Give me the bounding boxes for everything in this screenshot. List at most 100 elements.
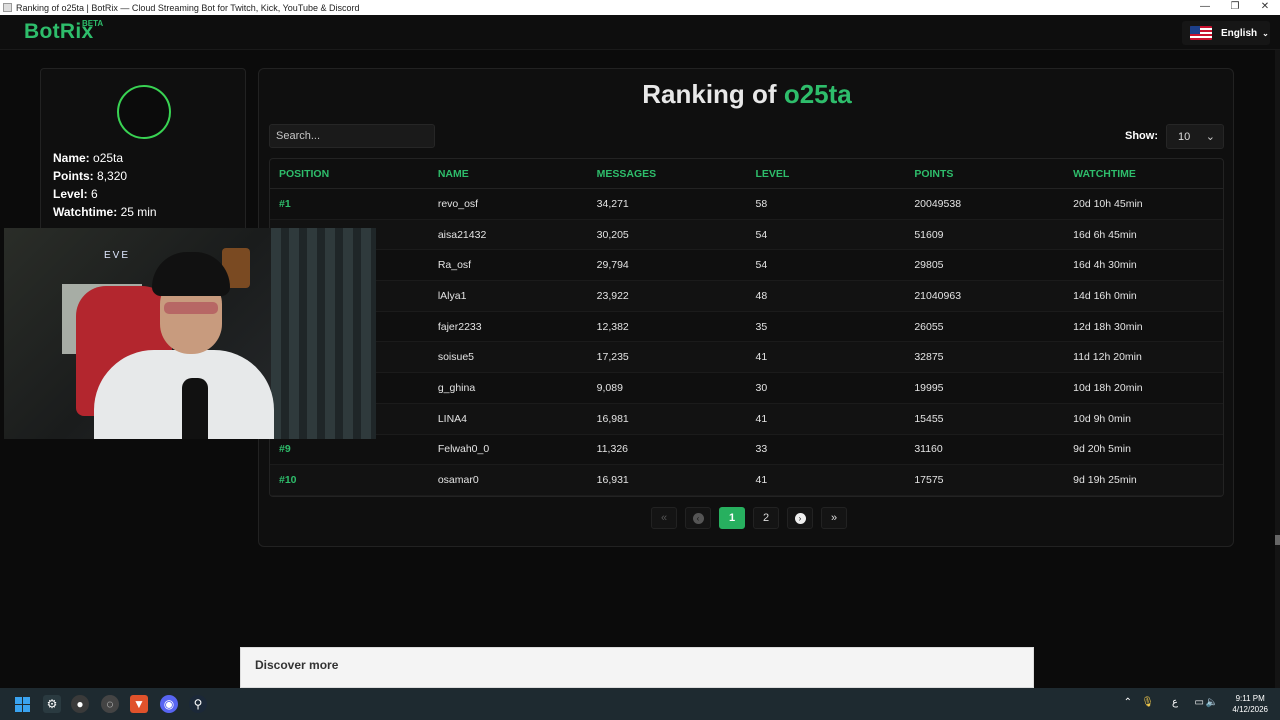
page-title: Ranking of o25ta	[259, 79, 1235, 110]
cell-messages: 23,922	[596, 289, 629, 302]
column-header-level[interactable]: Level	[746, 168, 905, 180]
cell-level: 33	[755, 443, 768, 456]
table-row: #2aisa2143230,205545160916d 6h 45min	[270, 219, 1223, 251]
cell-messages: 9,089	[596, 381, 623, 394]
page-scrollbar[interactable]	[1275, 50, 1280, 688]
column-header-watchtime[interactable]: Watchtime	[1064, 168, 1223, 180]
chevron-up-icon[interactable]: ⌃	[1124, 697, 1132, 708]
minimize-button[interactable]: —	[1190, 0, 1220, 15]
cell-points: 17575	[914, 474, 944, 487]
ranking-card: Ranking of o25ta Show: 10 ⌄ Position Nam…	[258, 68, 1234, 547]
last-page-button[interactable]: »	[821, 507, 847, 529]
table-row: #7g_ghina9,089301999510d 18h 20min	[270, 373, 1223, 404]
cell-watchtime: 9d 19h 25min	[1073, 474, 1137, 487]
volume-icon[interactable]: 🔈	[1206, 697, 1218, 708]
cell-level: 41	[755, 474, 768, 487]
microphone	[182, 378, 208, 439]
cell-level: 54	[755, 228, 768, 241]
cell-messages: 34,271	[596, 197, 629, 210]
table-header: Position Name Messages Level Points Watc…	[270, 159, 1223, 189]
input-indicator[interactable]: ع	[1172, 697, 1178, 708]
column-header-points[interactable]: Points	[905, 168, 1064, 180]
cell-name: lAlya1	[437, 289, 467, 302]
table-row: #4lAlya123,922482104096314d 16h 0min	[270, 281, 1223, 312]
chevron-down-icon: ⌄	[1205, 131, 1215, 143]
brave-browser-icon[interactable]: ▼	[130, 695, 148, 713]
cell-position: #9	[279, 443, 291, 456]
steam-icon[interactable]: ⚲	[189, 695, 207, 713]
profile-points: Points: 8,320	[53, 169, 127, 183]
language-label: English	[1221, 27, 1258, 39]
pagination: « ‹ 1 2 › »	[651, 507, 847, 529]
cell-name: Felwah0_0	[437, 443, 490, 456]
cell-points: 15455	[914, 412, 944, 425]
points-value: 8,320	[97, 169, 128, 183]
cell-name: fajer2233	[437, 320, 482, 333]
windows-taskbar: ⚙ ● ◌ ▼ ◉ ⚲ ⌃ 🎙 ع ▭ 🔈 9:11 PM 4/12/2026	[0, 688, 1280, 720]
obs-icon[interactable]: ●	[71, 695, 89, 713]
avatar	[117, 85, 171, 139]
clock-date: 4/12/2026	[1232, 705, 1268, 714]
cell-messages: 12,382	[596, 320, 629, 333]
next-page-button[interactable]: ›	[787, 507, 813, 529]
cell-messages: 29,794	[596, 259, 629, 272]
table-row: #3Ra_osf29,794542980516d 4h 30min	[270, 250, 1223, 282]
points-label: Points:	[53, 169, 94, 183]
app-icon[interactable]: ◌	[101, 695, 119, 713]
cell-watchtime: 10d 9h 0min	[1073, 412, 1131, 425]
discord-icon[interactable]: ◉	[160, 695, 178, 713]
window-controls: — ❐ ✕	[1190, 0, 1280, 15]
search-input[interactable]	[269, 124, 435, 148]
cell-messages: 16,931	[596, 474, 629, 487]
beta-badge: BETA	[82, 19, 104, 28]
discover-more-bar[interactable]: Discover more	[240, 647, 1034, 688]
cell-name: revo_osf	[437, 197, 479, 210]
profile-name: Name: o25ta	[53, 151, 123, 165]
page-size-select[interactable]: 10 ⌄	[1166, 124, 1224, 149]
window-title: Ranking of o25ta | BotRix — Cloud Stream…	[16, 2, 360, 13]
page-1-button[interactable]: 1	[719, 507, 745, 529]
close-button[interactable]: ✕	[1250, 0, 1280, 15]
level-value: 6	[91, 187, 98, 201]
settings-gear-icon[interactable]: ⚙	[43, 695, 61, 713]
scrollbar-thumb[interactable]	[1275, 535, 1280, 545]
curtain	[271, 228, 376, 439]
glasses	[164, 302, 218, 314]
prev-page-button[interactable]: ‹	[685, 507, 711, 529]
cell-name: LINA4	[437, 412, 468, 425]
us-flag-icon	[1190, 26, 1212, 40]
cell-level: 30	[755, 381, 768, 394]
windows-start-icon[interactable]	[13, 695, 31, 713]
title-prefix: Ranking of	[642, 79, 777, 109]
maximize-button[interactable]: ❐	[1220, 0, 1250, 15]
page-2-button[interactable]: 2	[753, 507, 779, 529]
cell-watchtime: 14d 16h 0min	[1073, 289, 1137, 302]
first-page-button[interactable]: «	[651, 507, 677, 529]
chevron-left-icon: ‹	[692, 512, 704, 524]
hair	[152, 252, 230, 296]
name-label: Name:	[53, 151, 90, 165]
system-clock[interactable]: 9:11 PM 4/12/2026	[1232, 693, 1268, 715]
cell-points: 19995	[914, 381, 944, 394]
cell-level: 58	[755, 197, 768, 210]
cell-name: osamar0	[437, 474, 479, 487]
clock-time: 9:11 PM	[1235, 694, 1265, 703]
profile-level: Level: 6	[53, 187, 98, 201]
cell-level: 54	[755, 259, 768, 272]
show-label: Show:	[1125, 130, 1158, 142]
cell-position: #1	[279, 197, 291, 210]
cell-points: 32875	[914, 351, 944, 364]
cell-messages: 11,326	[596, 443, 628, 456]
table-row: #8LINA416,981411545510d 9h 0min	[270, 403, 1223, 435]
microphone-icon[interactable]: 🎙	[1141, 697, 1154, 708]
cell-watchtime: 20d 10h 45min	[1073, 197, 1143, 210]
chevron-down-icon: ⌄	[1262, 28, 1269, 38]
display-icon[interactable]: ▭	[1195, 697, 1204, 708]
language-selector[interactable]: English ⌄	[1182, 21, 1270, 45]
column-header-messages[interactable]: Messages	[588, 168, 747, 180]
column-header-name[interactable]: Name	[429, 168, 588, 180]
window-titlebar: Ranking of o25ta | BotRix — Cloud Stream…	[0, 0, 1280, 15]
cell-watchtime: 11d 12h 20min	[1073, 351, 1142, 364]
column-header-position[interactable]: Position	[270, 168, 429, 180]
cell-level: 41	[755, 412, 768, 425]
